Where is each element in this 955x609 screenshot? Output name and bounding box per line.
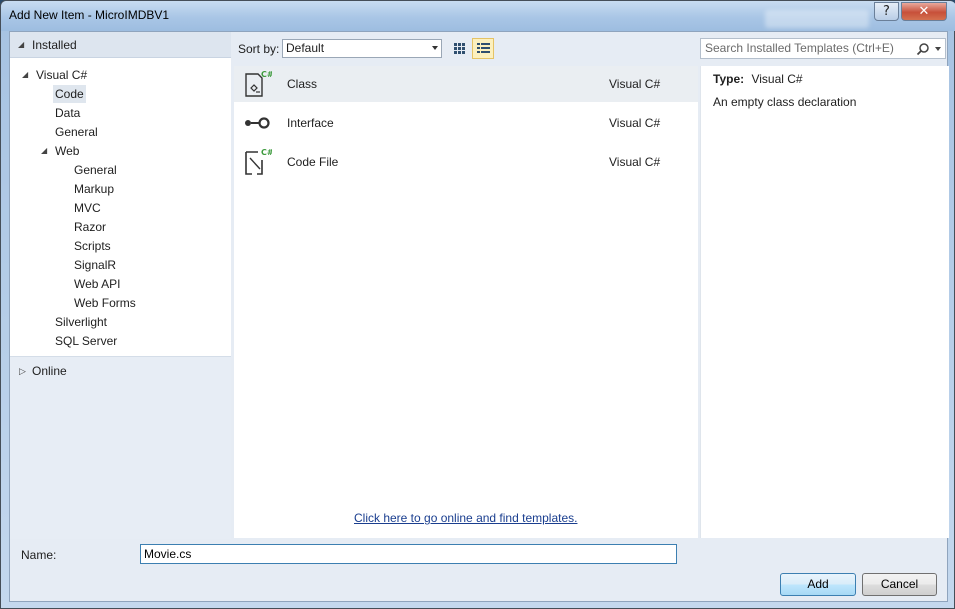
sort-by-label: Sort by: [238,42,280,56]
add-button[interactable]: Add [780,573,856,596]
template-name: Class [287,77,318,91]
tree-item-data[interactable]: Data [55,104,80,122]
collapse-triangle-icon[interactable]: ◢ [22,66,28,84]
name-label: Name: [21,548,57,562]
tree-item-code[interactable]: Code [53,85,86,103]
svg-text:C#: C# [261,70,272,79]
background-window-ghost [765,10,869,28]
template-language: Visual C# [609,77,661,91]
type-value: Visual C# [751,72,803,86]
name-input[interactable]: Movie.cs [140,544,677,564]
class-icon: C# [245,70,272,97]
title-bar[interactable]: Add New Item - MicroIMDBV1 ? ✕ [1,1,955,31]
templates-toolbar: Sort by: Default [234,32,698,66]
template-name: Code File [287,155,339,169]
template-name: Interface [287,116,334,130]
tree-item-markup[interactable]: Markup [74,180,114,198]
tree-item-online[interactable]: Online [32,362,67,380]
search-placeholder: Search Installed Templates (Ctrl+E) [705,41,894,55]
cancel-button[interactable]: Cancel [862,573,937,596]
tree-item-mvc[interactable]: MVC [74,199,101,217]
help-button[interactable]: ? [874,2,899,21]
tree-item-general[interactable]: General [55,123,98,141]
window-title: Add New Item - MicroIMDBV1 [9,8,170,22]
tree-item-web-general[interactable]: General [74,161,117,179]
list-view-icon [477,43,490,53]
close-button[interactable]: ✕ [901,2,947,21]
tree-item-web[interactable]: Web [55,142,79,160]
installed-header[interactable]: ◢ Installed [10,32,231,58]
tree-item-signalr[interactable]: SignalR [74,256,116,274]
template-row-code-file[interactable]: C# Code File Visual C# [234,144,698,180]
online-section: ▷ Online [10,356,231,539]
template-list-panel: C# Class Visual C# Interface Visual C# [234,66,698,538]
type-label: Type: [713,72,745,86]
tree-item-web-forms[interactable]: Web Forms [74,294,136,312]
find-online-templates-link[interactable]: Click here to go online and find templat… [354,511,577,525]
tree-item-razor[interactable]: Razor [74,218,106,236]
interface-icon [245,117,270,129]
search-toolbar: Search Installed Templates (Ctrl+E) [700,32,949,66]
tree-item-silverlight[interactable]: Silverlight [55,313,107,331]
search-icon[interactable] [916,42,930,56]
tree-item-scripts[interactable]: Scripts [74,237,111,255]
template-description: An empty class declaration [713,95,857,109]
collapse-triangle-icon[interactable]: ◢ [41,142,47,160]
template-row-interface[interactable]: Interface Visual C# [234,105,698,141]
template-language: Visual C# [609,116,661,130]
template-tree-panel: ◢ Installed ◢ Visual C# Code Data Genera… [10,32,231,539]
sort-by-value: Default [286,41,325,55]
dialog-client-area: ◢ Installed ◢ Visual C# Code Data Genera… [9,31,949,602]
tree-item-visual-csharp[interactable]: Visual C# [36,66,87,84]
dialog-window: Add New Item - MicroIMDBV1 ? ✕ ◢ Install… [0,0,955,609]
details-view-button[interactable] [472,38,494,59]
tree-item-web-api[interactable]: Web API [74,275,120,293]
sort-by-dropdown[interactable]: Default [282,39,442,58]
template-language: Visual C# [609,155,661,169]
chevron-down-icon [432,46,438,50]
medium-icons-view-button[interactable] [448,38,470,59]
collapse-triangle-icon[interactable]: ◢ [18,36,24,54]
template-type-line: Type: Visual C# [713,72,803,86]
template-row-class[interactable]: C# Class Visual C# [234,66,698,102]
code-file-icon: C# [245,148,272,175]
template-details-panel: Type: Visual C# An empty class declarati… [700,66,949,538]
installed-label: Installed [32,38,77,52]
svg-text:C#: C# [261,148,272,157]
search-input[interactable]: Search Installed Templates (Ctrl+E) [700,38,946,59]
chevron-down-icon[interactable] [935,47,941,51]
grid-view-icon [454,43,465,54]
tree-item-sql-server[interactable]: SQL Server [55,332,117,350]
expand-triangle-icon[interactable]: ▷ [19,362,26,380]
